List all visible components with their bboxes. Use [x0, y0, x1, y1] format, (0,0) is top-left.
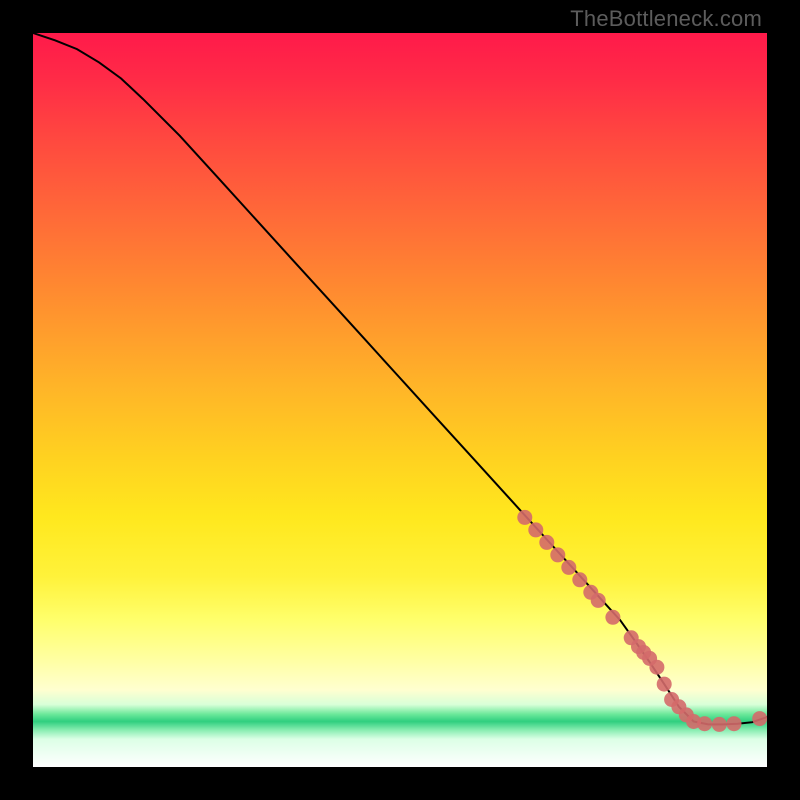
highlight-point: [712, 717, 727, 732]
highlight-point: [697, 716, 712, 731]
main-curve: [33, 33, 767, 724]
chart-stage: TheBottleneck.com: [0, 0, 800, 800]
highlight-point: [752, 711, 767, 726]
highlight-scatter: [517, 510, 767, 732]
highlight-point: [605, 610, 620, 625]
chart-svg: [33, 33, 767, 767]
highlight-point: [539, 535, 554, 550]
highlight-point: [517, 510, 532, 525]
plot-area: [33, 33, 767, 767]
highlight-point: [550, 547, 565, 562]
highlight-point: [727, 716, 742, 731]
highlight-point: [528, 522, 543, 537]
highlight-point: [657, 677, 672, 692]
watermark-text: TheBottleneck.com: [570, 6, 762, 32]
highlight-point: [561, 560, 576, 575]
highlight-point: [591, 593, 606, 608]
highlight-point: [649, 660, 664, 675]
highlight-point: [572, 572, 587, 587]
